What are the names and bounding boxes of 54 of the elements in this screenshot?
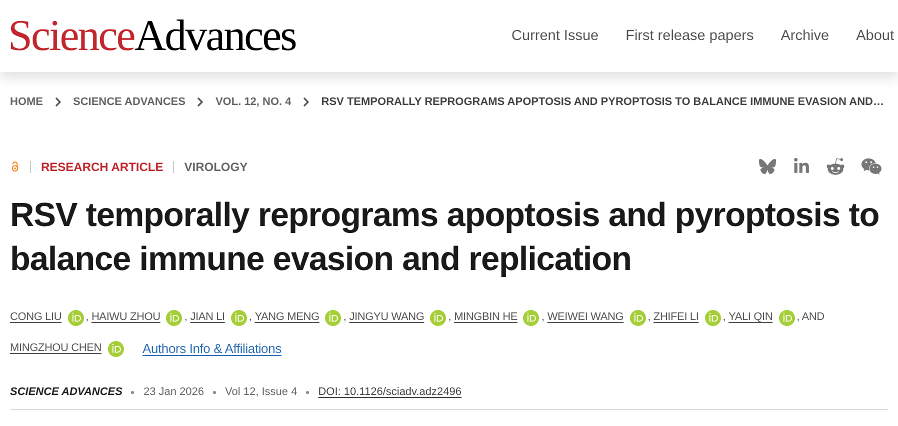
breadcrumb-link[interactable]: VOL. 12, NO. 4: [215, 94, 292, 110]
linkedin-icon[interactable]: [793, 158, 810, 175]
nav-link[interactable]: About: [856, 26, 894, 48]
author-separator: ,: [722, 310, 726, 325]
butterfly-icon[interactable]: [758, 158, 777, 175]
breadcrumb-link[interactable]: HOME: [10, 94, 43, 110]
orcid-icon[interactable]: [166, 310, 182, 326]
article-title: RSV temporally reprograms apoptosis and pyroptosis to balance immune evasion and replication: [10, 196, 880, 280]
orcid-icon[interactable]: [778, 310, 795, 326]
article-type: RESEARCH ARTICLE: [41, 158, 164, 176]
nav-link[interactable]: Archive: [780, 26, 830, 48]
issue-info: Vol 12, Issue 4: [225, 385, 298, 400]
chevron-icon: [196, 97, 204, 107]
orcid-icon[interactable]: [230, 310, 247, 326]
reddit-icon[interactable]: [826, 157, 845, 176]
affiliations-link[interactable]: Authors Info & Affiliations: [142, 333, 282, 364]
breadcrumb-link[interactable]: SCIENCE ADVANCES: [73, 94, 186, 110]
chevron-icon: [302, 97, 310, 107]
doi-link[interactable]: DOI: 10.1126/sciadv.adz2496: [318, 384, 462, 400]
open-access-icon: [10, 160, 20, 173]
author-separator: ,: [648, 310, 650, 325]
orcid-icon[interactable]: [108, 340, 124, 356]
breadcrumb-current: RSV TEMPORALLY REPROGRAMS APOPTOSIS AND PYROPTOSIS TO BALANCE IMMUNE EVASION AND…: [321, 94, 884, 110]
author-link[interactable]: JIAN LI: [190, 302, 225, 333]
author-link[interactable]: MINGZHOU CHEN: [10, 333, 102, 364]
author-link[interactable]: MINGBIN HE: [454, 302, 518, 333]
author-link[interactable]: HAIWU ZHOU: [91, 302, 160, 333]
nav-link[interactable]: First release papers: [626, 26, 754, 48]
author-separator: ,: [184, 310, 188, 325]
orcid-icon[interactable]: [68, 310, 84, 326]
author-separator: ,: [541, 310, 544, 325]
orcid-icon[interactable]: [325, 310, 342, 326]
author-link[interactable]: JINGYU WANG: [349, 302, 424, 333]
site-logo[interactable]: ScienceAdvances: [8, 14, 296, 58]
author-separator: ,: [343, 310, 346, 325]
author-separator: ,: [248, 310, 252, 325]
orcid-icon[interactable]: [704, 310, 721, 326]
nav-link[interactable]: Current Issue: [512, 26, 599, 48]
orcid-icon[interactable]: [630, 310, 646, 326]
article-subject[interactable]: VIROLOGY: [184, 158, 248, 176]
chevron-icon: [54, 97, 62, 107]
journal-name: SCIENCE ADVANCES: [10, 385, 122, 400]
author-link[interactable]: WEIWEI WANG: [547, 302, 624, 333]
author-link[interactable]: ZHIFEI LI: [653, 302, 699, 333]
orcid-icon[interactable]: [430, 310, 446, 326]
author-link[interactable]: YANG MENG: [254, 302, 320, 333]
author-link[interactable]: YALI QIN: [728, 302, 773, 333]
author-separator: ,: [448, 310, 452, 325]
publication-date: 23 Jan 2026: [143, 385, 204, 400]
author-link[interactable]: CONG LIU: [10, 302, 62, 333]
wechat-icon[interactable]: [861, 157, 882, 176]
orcid-icon[interactable]: [523, 310, 540, 326]
author-separator: ,: [86, 310, 88, 325]
author-separator: , AND: [796, 310, 824, 325]
